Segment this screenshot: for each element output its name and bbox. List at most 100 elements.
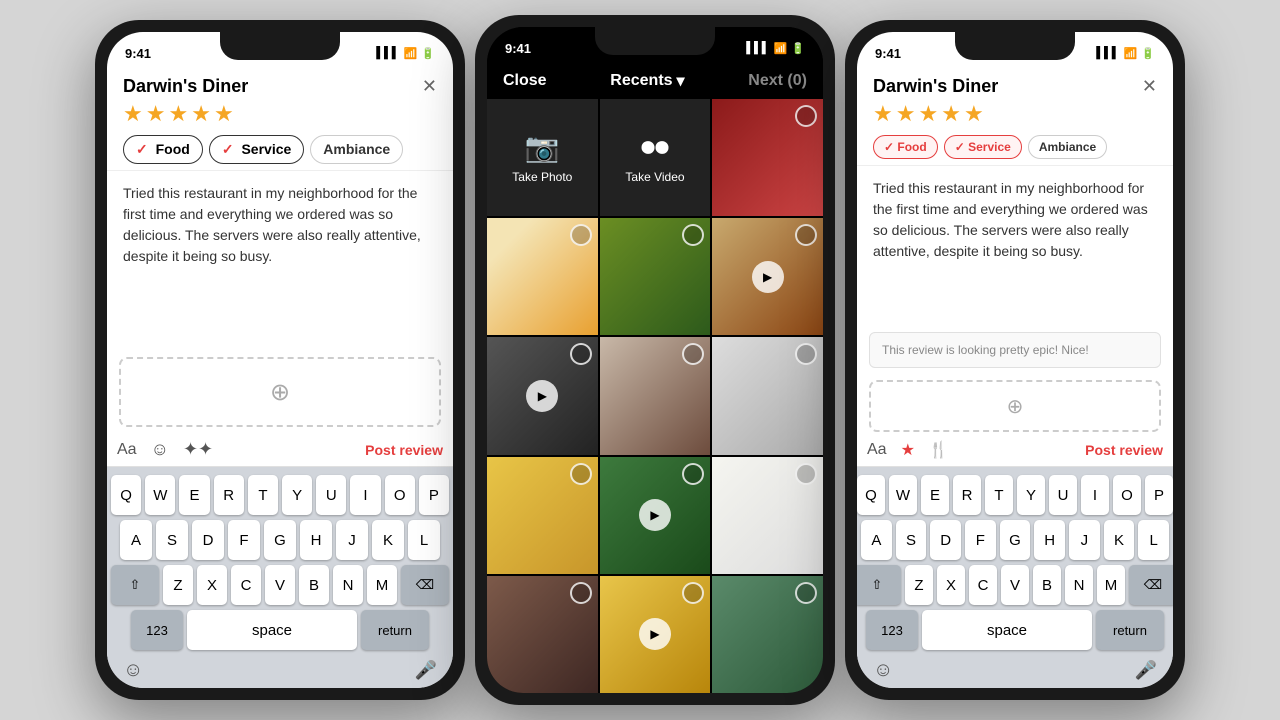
key-z-left[interactable]: Z xyxy=(163,565,193,605)
photo-add-left[interactable]: ⊕ xyxy=(119,357,441,427)
post-review-left[interactable]: Post review xyxy=(365,442,443,458)
key-return-right[interactable]: return xyxy=(1096,610,1164,650)
key-q-left[interactable]: Q xyxy=(111,475,141,515)
key-a-right[interactable]: A xyxy=(861,520,892,560)
post-review-right[interactable]: Post review xyxy=(1085,442,1163,458)
key-u-left[interactable]: U xyxy=(316,475,346,515)
photo-cell-1[interactable] xyxy=(712,99,823,216)
take-video-cell[interactable]: ⏺⏺ Take Video xyxy=(600,99,711,216)
key-123-right[interactable]: 123 xyxy=(866,610,918,650)
key-m-right[interactable]: M xyxy=(1097,565,1125,605)
key-p-left[interactable]: P xyxy=(419,475,449,515)
photo-cell-9[interactable]: ▶ xyxy=(600,457,711,574)
fork-icon-right[interactable]: 🍴 xyxy=(929,440,949,460)
key-h-right[interactable]: H xyxy=(1034,520,1065,560)
key-c-left[interactable]: C xyxy=(231,565,261,605)
key-j-left[interactable]: J xyxy=(336,520,368,560)
key-e-left[interactable]: E xyxy=(179,475,209,515)
key-e-right[interactable]: E xyxy=(921,475,949,515)
photo-cell-12[interactable]: ▶ xyxy=(600,576,711,693)
key-m-left[interactable]: M xyxy=(367,565,397,605)
key-z-right[interactable]: Z xyxy=(905,565,933,605)
font-icon-right[interactable]: Aa xyxy=(867,441,887,459)
key-k-right[interactable]: K xyxy=(1104,520,1135,560)
key-b-right[interactable]: B xyxy=(1033,565,1061,605)
photo-cell-2[interactable] xyxy=(487,218,598,335)
key-r-left[interactable]: R xyxy=(214,475,244,515)
key-shift-right[interactable]: ⇧ xyxy=(857,565,901,605)
tag-ambiance-left[interactable]: Ambiance xyxy=(310,135,403,164)
key-l-right[interactable]: L xyxy=(1138,520,1169,560)
key-t-right[interactable]: T xyxy=(985,475,1013,515)
key-d-right[interactable]: D xyxy=(930,520,961,560)
key-q-right[interactable]: Q xyxy=(857,475,885,515)
photo-cell-11[interactable] xyxy=(487,576,598,693)
mic-btn-right[interactable]: 🎤 xyxy=(1135,660,1157,681)
key-x-left[interactable]: X xyxy=(197,565,227,605)
key-k-left[interactable]: K xyxy=(372,520,404,560)
photo-cell-7[interactable] xyxy=(712,337,823,454)
key-s-left[interactable]: S xyxy=(156,520,188,560)
key-y-right[interactable]: Y xyxy=(1017,475,1045,515)
key-v-left[interactable]: V xyxy=(265,565,295,605)
photo-cell-10[interactable] xyxy=(712,457,823,574)
key-f-right[interactable]: F xyxy=(965,520,996,560)
font-icon-left[interactable]: Aa xyxy=(117,441,137,459)
key-v-right[interactable]: V xyxy=(1001,565,1029,605)
photo-cell-5[interactable]: ▶ xyxy=(487,337,598,454)
tag-food-left[interactable]: ✓ Food xyxy=(123,135,203,164)
key-return-left[interactable]: return xyxy=(361,610,429,650)
key-s-right[interactable]: S xyxy=(896,520,927,560)
emoji-btn-left[interactable]: ☺ xyxy=(123,659,143,682)
key-d-left[interactable]: D xyxy=(192,520,224,560)
key-x-right[interactable]: X xyxy=(937,565,965,605)
key-o-right[interactable]: O xyxy=(1113,475,1141,515)
key-f-left[interactable]: F xyxy=(228,520,260,560)
key-space-left[interactable]: space xyxy=(187,610,357,650)
key-b-left[interactable]: B xyxy=(299,565,329,605)
play-btn-5[interactable]: ▶ xyxy=(526,380,558,412)
key-w-right[interactable]: W xyxy=(889,475,917,515)
close-button-left[interactable]: ✕ xyxy=(422,76,437,97)
emoji-icon-left[interactable]: ☺ xyxy=(151,439,169,460)
play-btn-9[interactable]: ▶ xyxy=(639,499,671,531)
close-button-right[interactable]: ✕ xyxy=(1142,76,1157,97)
key-g-left[interactable]: G xyxy=(264,520,296,560)
key-o-left[interactable]: O xyxy=(385,475,415,515)
key-n-right[interactable]: N xyxy=(1065,565,1093,605)
tag-food-right[interactable]: ✓ Food xyxy=(873,135,938,159)
key-j-right[interactable]: J xyxy=(1069,520,1100,560)
key-l-left[interactable]: L xyxy=(408,520,440,560)
key-c-right[interactable]: C xyxy=(969,565,997,605)
key-r-right[interactable]: R xyxy=(953,475,981,515)
close-photos-btn[interactable]: Close xyxy=(503,72,547,90)
key-n-left[interactable]: N xyxy=(333,565,363,605)
key-i-right[interactable]: I xyxy=(1081,475,1109,515)
key-shift-left[interactable]: ⇧ xyxy=(111,565,159,605)
emoji-btn-right[interactable]: ☺ xyxy=(873,659,893,682)
star-icon-right[interactable]: ★ xyxy=(901,440,915,460)
photo-add-right[interactable]: ⊕ xyxy=(869,380,1161,432)
key-backspace-left[interactable]: ⌫ xyxy=(401,565,449,605)
key-t-left[interactable]: T xyxy=(248,475,278,515)
format-icon-left[interactable]: ✦✦ xyxy=(183,439,213,460)
key-y-left[interactable]: Y xyxy=(282,475,312,515)
play-btn-12[interactable]: ▶ xyxy=(639,618,671,650)
key-i-left[interactable]: I xyxy=(350,475,380,515)
photo-cell-13[interactable] xyxy=(712,576,823,693)
key-a-left[interactable]: A xyxy=(120,520,152,560)
key-p-right[interactable]: P xyxy=(1145,475,1173,515)
take-photo-cell[interactable]: 📷 Take Photo xyxy=(487,99,598,216)
play-btn-4[interactable]: ▶ xyxy=(752,261,784,293)
key-g-right[interactable]: G xyxy=(1000,520,1031,560)
tag-service-left[interactable]: ✓ Service xyxy=(209,135,304,164)
key-backspace-right[interactable]: ⌫ xyxy=(1129,565,1173,605)
tag-ambiance-right[interactable]: Ambiance xyxy=(1028,135,1107,159)
key-u-right[interactable]: U xyxy=(1049,475,1077,515)
key-h-left[interactable]: H xyxy=(300,520,332,560)
photo-cell-6[interactable] xyxy=(600,337,711,454)
recents-btn[interactable]: Recents ▾ xyxy=(610,71,684,91)
key-space-right[interactable]: space xyxy=(922,610,1092,650)
photo-cell-3[interactable] xyxy=(600,218,711,335)
key-123-left[interactable]: 123 xyxy=(131,610,183,650)
